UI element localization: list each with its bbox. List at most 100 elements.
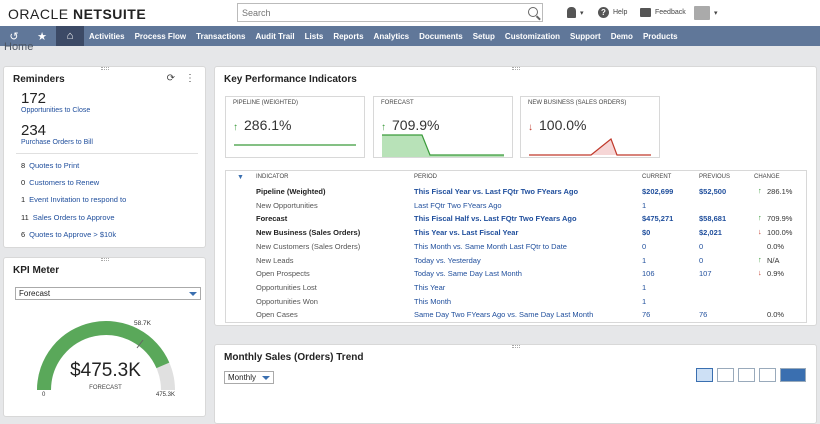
feedback-link[interactable]: Feedback	[640, 4, 686, 21]
reminder-link[interactable]: Purchase Orders to Bill	[21, 139, 93, 146]
kpi-card-pipeline[interactable]: PIPELINE (WEIGHTED) ↑ 286.1%	[225, 96, 365, 158]
help-link[interactable]: ? Help	[598, 4, 627, 21]
kpi-previous[interactable]: $52,500	[699, 187, 726, 196]
kpi-period-link[interactable]: This Year	[414, 283, 445, 292]
reminder-item[interactable]: 11 Sales Orders to Approve	[21, 213, 115, 222]
kpi-indicator: Open Cases	[256, 310, 298, 320]
gauge	[37, 321, 175, 391]
caret-down-icon: ▾	[714, 9, 718, 17]
area-chart-icon[interactable]	[696, 368, 713, 382]
kpi-indicator: Opportunities Won	[256, 296, 318, 306]
refresh-icon[interactable]: ⟳	[167, 73, 175, 84]
nav-process-flow[interactable]: Process Flow	[130, 32, 192, 41]
kpi-current[interactable]: 1	[642, 256, 646, 265]
drag-handle[interactable]	[100, 67, 109, 70]
kpi-current[interactable]: 76	[642, 310, 650, 319]
nav-transactions[interactable]: Transactions	[191, 32, 250, 41]
reminder-item[interactable]: 0 Customers to Renew	[21, 178, 99, 187]
kpi-current[interactable]: 106	[642, 269, 655, 278]
header-period[interactable]: PERIOD	[414, 174, 437, 180]
nav-customization[interactable]: Customization	[500, 32, 565, 41]
feedback-label: Feedback	[655, 9, 686, 16]
kpi-period-link[interactable]: Today vs. Yesterday	[414, 256, 481, 265]
kpi-change: 100.0%	[767, 228, 793, 238]
kpi-previous[interactable]: $58,681	[699, 214, 726, 223]
global-search[interactable]	[237, 3, 543, 22]
nav-demo[interactable]: Demo	[606, 32, 638, 41]
search-input[interactable]	[238, 4, 518, 21]
kpi-period-link[interactable]: Same Day Two FYears Ago vs. Same Day Las…	[414, 310, 593, 319]
kpi-meter-portlet: KPI Meter Forecast 58.7K $475.3K FORECAS…	[3, 257, 206, 417]
kpi-card-new-business[interactable]: NEW BUSINESS (SALES ORDERS) ↓ 100.0%	[520, 96, 660, 158]
kpi-previous[interactable]: 0	[699, 242, 703, 251]
reminder-item[interactable]: 8 Quotes to Print	[21, 161, 79, 170]
kpi-previous[interactable]: 107	[699, 269, 712, 278]
kpi-current[interactable]: 1	[642, 297, 646, 306]
more-icon[interactable]: ⋮	[185, 73, 195, 84]
reminder-count[interactable]: 172	[21, 90, 46, 107]
kpi-current[interactable]: 0	[642, 242, 646, 251]
kpi-indicator: New Customers (Sales Orders)	[256, 241, 361, 251]
column-chart-icon[interactable]	[759, 368, 776, 382]
nav-products[interactable]: Products	[638, 32, 683, 41]
nav-reports[interactable]: Reports	[328, 32, 368, 41]
recent-records-menu[interactable]: ▾	[567, 4, 584, 21]
reminder-count[interactable]: 234	[21, 122, 46, 139]
kpi-change: 0.9%	[767, 269, 785, 279]
kpi-previous[interactable]: 0	[699, 256, 703, 265]
kpi-period-link[interactable]: This Fiscal Year vs. Last FQtr Two FYear…	[414, 187, 578, 196]
nav-lists[interactable]: Lists	[300, 32, 329, 41]
nav-activities[interactable]: Activities	[84, 32, 130, 41]
kpi-period-link[interactable]: This Month	[414, 297, 451, 306]
kpi-card-forecast[interactable]: FORECAST ↑ 709.9%	[373, 96, 513, 158]
kpi-period-link[interactable]: This Month vs. Same Month Last FQtr to D…	[414, 242, 567, 251]
kpi-meter-title: KPI Meter	[13, 265, 60, 276]
reminders-title: Reminders	[13, 74, 65, 85]
nav-documents[interactable]: Documents	[414, 32, 468, 41]
bar-chart-icon[interactable]	[738, 368, 755, 382]
kpi-previous[interactable]: 76	[699, 310, 707, 319]
header-previous[interactable]: PREVIOUS	[699, 174, 730, 180]
nav-analytics[interactable]: Analytics	[369, 32, 415, 41]
collapse-icon[interactable]: ▼	[237, 174, 244, 181]
logo[interactable]: ORACLE NETSUITE	[8, 6, 146, 22]
header-current[interactable]: CURRENT	[642, 174, 671, 180]
kpi-change: 0.0%	[767, 310, 785, 320]
home-icon[interactable]: ⌂	[56, 26, 84, 46]
reminder-link[interactable]: Opportunities to Close	[21, 107, 90, 114]
reminders-portlet: Reminders ⟳ ⋮ 172 Opportunities to Close …	[3, 66, 206, 248]
line-chart-icon[interactable]	[717, 368, 734, 382]
select-value: Monthly	[228, 373, 257, 382]
kpi-period-link[interactable]: Today vs. Same Day Last Month	[414, 269, 522, 278]
chart-options-icon[interactable]	[780, 368, 806, 382]
kpi-period-link[interactable]: This Fiscal Half vs. Last FQtr Two FYear…	[414, 214, 577, 223]
drag-handle[interactable]	[100, 258, 109, 261]
search-icon[interactable]	[528, 7, 538, 17]
reminder-item[interactable]: 6 Quotes to Approve > $10k	[21, 230, 116, 239]
page-title: Home	[4, 41, 34, 53]
chevron-down-icon	[189, 292, 197, 296]
period-select[interactable]: Monthly	[224, 371, 274, 384]
kpi-period-link[interactable]: This Year vs. Last Fiscal Year	[414, 228, 518, 237]
drag-handle[interactable]	[511, 67, 520, 70]
user-menu[interactable]: ▾	[694, 4, 718, 21]
kpi-current[interactable]: $475,271	[642, 214, 673, 223]
kpi-current[interactable]: $0	[642, 228, 650, 237]
gauge-marker-label: 58.7K	[134, 320, 151, 327]
kpi-title: Key Performance Indicators	[224, 74, 357, 85]
header-indicator[interactable]: INDICATOR	[256, 174, 288, 180]
nav-setup[interactable]: Setup	[468, 32, 500, 41]
arrow-up-icon: ↑	[758, 254, 762, 264]
drag-handle[interactable]	[511, 345, 520, 348]
kpi-current[interactable]: 1	[642, 283, 646, 292]
kpi-previous[interactable]: $2,021	[699, 228, 722, 237]
kpi-period-link[interactable]: Last FQtr Two FYears Ago	[414, 201, 502, 210]
kpi-current[interactable]: $202,699	[642, 187, 673, 196]
nav-audit-trail[interactable]: Audit Trail	[251, 32, 300, 41]
header-change[interactable]: CHANGE	[754, 174, 780, 180]
main-nav: ↺ ★ ⌂ Activities Process Flow Transactio…	[0, 26, 820, 46]
reminder-item[interactable]: 1 Event Invitation to respond to	[21, 195, 126, 204]
nav-support[interactable]: Support	[565, 32, 606, 41]
kpi-indicator: New Opportunities	[256, 200, 318, 210]
kpi-current[interactable]: 1	[642, 201, 646, 210]
